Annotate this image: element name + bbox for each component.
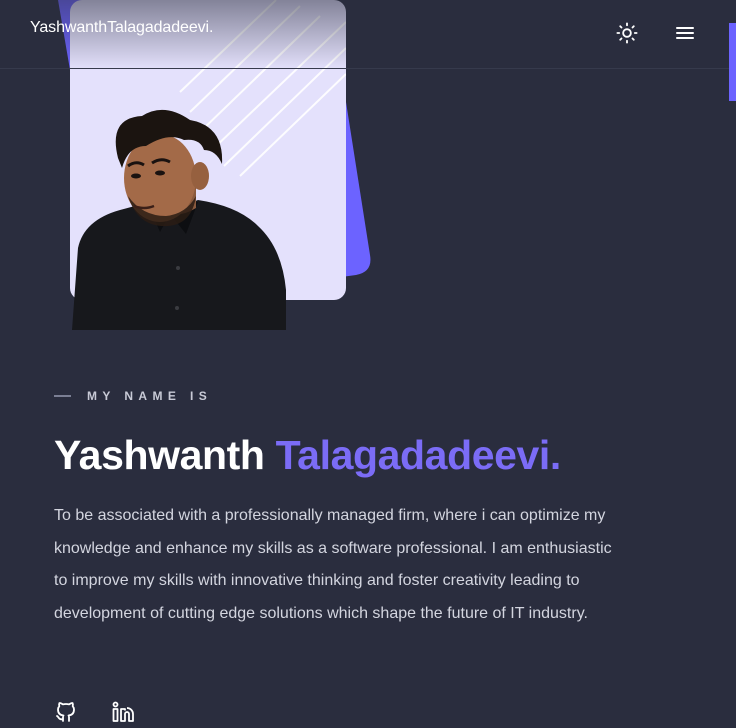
sun-icon — [616, 22, 638, 44]
eyebrow-divider-line — [54, 395, 71, 397]
github-icon — [56, 702, 75, 722]
last-name: Talagadadeevi. — [275, 432, 562, 478]
social-links — [54, 700, 168, 724]
scroll-progress-indicator — [729, 23, 736, 101]
portfolio-page: YashwanthTalagadadeevi. MY NAME IS Yashw… — [0, 0, 736, 728]
name-heading: Yashwanth Talagadadeevi. — [54, 429, 561, 481]
hamburger-menu-button[interactable] — [673, 21, 697, 45]
brand-logo-link[interactable]: YashwanthTalagadadeevi. — [30, 19, 213, 37]
linkedin-link[interactable] — [111, 700, 135, 724]
theme-toggle-button[interactable] — [615, 21, 639, 45]
bio-paragraph: To be associated with a professionally m… — [54, 507, 612, 622]
github-link[interactable] — [54, 700, 78, 724]
first-name: Yashwanth — [54, 432, 265, 478]
eyebrow-label: MY NAME IS — [87, 389, 213, 403]
intro-eyebrow: MY NAME IS — [54, 389, 212, 403]
hamburger-menu-icon — [676, 27, 694, 39]
site-header: YashwanthTalagadadeevi. — [0, 0, 736, 69]
linkedin-icon — [112, 701, 134, 722]
